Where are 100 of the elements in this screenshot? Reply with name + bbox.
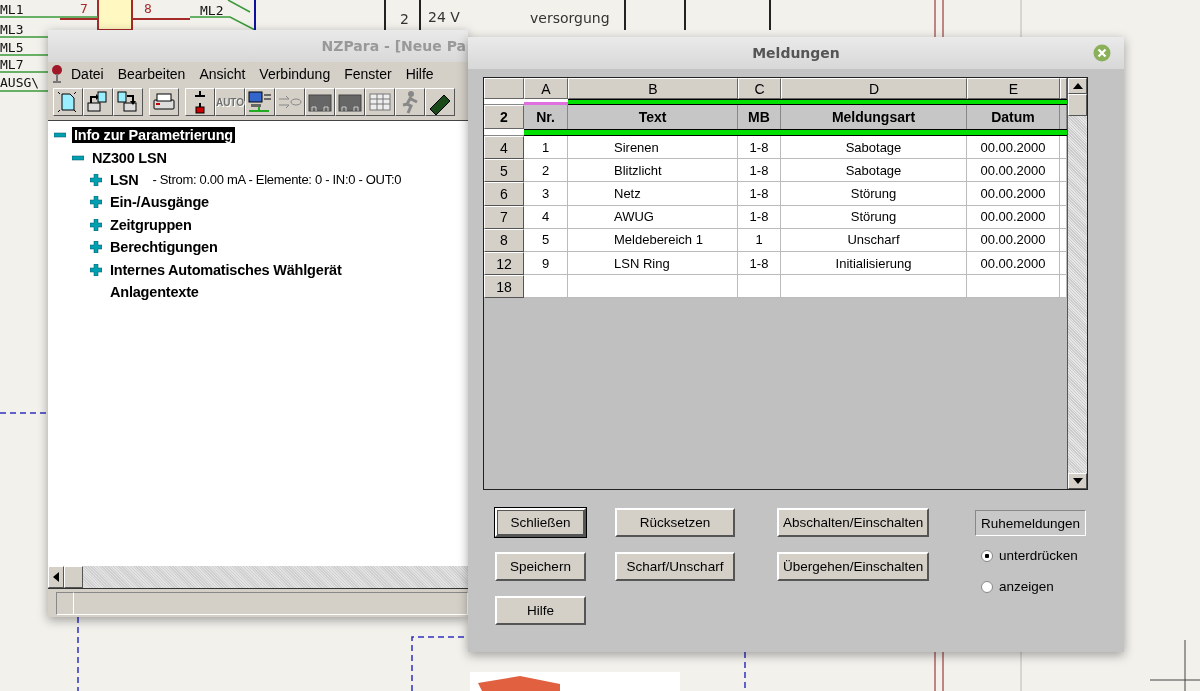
tree-item[interactable]: Info zur Parametrierung: [72, 127, 235, 144]
table-cell: 4: [524, 205, 568, 229]
table-cell: 1-8: [738, 251, 781, 276]
menu-item[interactable]: Ansicht: [192, 66, 253, 82]
computer-icon: [246, 89, 274, 115]
tree-item[interactable]: Zeitgruppen: [108, 216, 194, 233]
group-label: Ruhemeldungen: [975, 510, 1086, 536]
table-cell: 1-8: [738, 182, 781, 206]
plug-button[interactable]: [185, 88, 215, 116]
tree-item[interactable]: Anlagentexte: [108, 283, 201, 300]
table-cell: LSN Ring: [568, 251, 738, 276]
window-title: Meldungen: [752, 45, 840, 61]
column-header[interactable]: C: [738, 78, 781, 99]
left-arrow-icon: [53, 572, 59, 582]
radio-option[interactable]: unterdrücken: [981, 548, 1086, 563]
table-cell: Sabotage: [781, 136, 967, 160]
corner-cell[interactable]: [484, 78, 524, 99]
tree-item[interactable]: Internes Automatisches Wählgerät: [108, 261, 344, 278]
scroll-thumb[interactable]: [1068, 94, 1087, 116]
column-title: Datum: [967, 105, 1060, 129]
table-cell: Unscharf: [781, 228, 967, 252]
tree-item[interactable]: Ein-/Ausgänge: [108, 194, 211, 211]
table-cell: 1: [738, 228, 781, 252]
computer-button[interactable]: [245, 88, 275, 116]
table-cell: 1-8: [738, 159, 781, 183]
table-cell: Sabotage: [781, 159, 967, 183]
table-cell: 5: [524, 228, 568, 252]
empty-cell: [1060, 78, 1067, 99]
module-button[interactable]: [305, 88, 335, 116]
table-text: 2: [400, 12, 409, 26]
radio-button[interactable]: [981, 580, 993, 593]
tree-item[interactable]: Berechtigungen: [108, 239, 220, 256]
tree-item[interactable]: NZ300 LSN: [90, 149, 169, 166]
column-header[interactable]: B: [568, 78, 738, 99]
table-cell: 2: [524, 159, 568, 183]
table-cell: 00.00.2000: [967, 228, 1060, 252]
table-cell: Netz: [568, 182, 738, 206]
table-cell: Sirenen: [568, 136, 738, 160]
table-button[interactable]: [365, 88, 395, 116]
table-text: 24 V: [428, 10, 460, 24]
row-header[interactable]: 2: [484, 105, 524, 129]
vertical-scrollbar[interactable]: [1067, 78, 1087, 489]
table-cell: Störung: [781, 205, 967, 229]
radio-option[interactable]: anzeigen: [981, 579, 1086, 594]
person-button[interactable]: [395, 88, 425, 116]
menu-item[interactable]: Hilfe: [398, 66, 441, 82]
dialog-button[interactable]: Hilfe: [495, 596, 586, 625]
table-cell: 00.00.2000: [967, 205, 1060, 229]
dialog-button[interactable]: Abschalten/Einschalten: [777, 508, 929, 537]
upload-button[interactable]: [83, 88, 113, 116]
column-title: Nr.: [524, 105, 568, 129]
menu-item[interactable]: Datei: [64, 66, 111, 82]
row-header[interactable]: 5: [484, 159, 524, 183]
column-title: Text: [568, 105, 738, 129]
column-header[interactable]: D: [781, 78, 967, 99]
column-header[interactable]: A: [524, 78, 568, 99]
dialog-button[interactable]: Rücksetzen: [615, 508, 735, 537]
close-icon: [1093, 44, 1111, 62]
column-header[interactable]: E: [967, 78, 1060, 99]
row-header[interactable]: 7: [484, 205, 524, 229]
scroll-thumb[interactable]: [64, 566, 83, 588]
table-cell: Störung: [781, 182, 967, 206]
table-cell: Meldebereich 1: [568, 228, 738, 252]
menu-item[interactable]: Fenster: [337, 66, 399, 82]
dialog-button[interactable]: Speichern: [495, 552, 586, 581]
printer-button[interactable]: [149, 88, 179, 116]
horizontal-scrollbar[interactable]: [48, 566, 468, 589]
table-cell: 00.00.2000: [967, 136, 1060, 160]
menu-item[interactable]: Bearbeiten: [110, 66, 193, 82]
module-button[interactable]: [335, 88, 365, 116]
arrows-button[interactable]: [275, 88, 305, 116]
row-header[interactable]: 6: [484, 182, 524, 206]
empty-cell: [1060, 105, 1067, 129]
table-cell: [738, 275, 781, 299]
table-cell: 00.00.2000: [967, 159, 1060, 183]
wine-glass-icon: [50, 64, 64, 84]
table-cell: 1: [524, 136, 568, 160]
row-header[interactable]: 8: [484, 228, 524, 252]
table-cell: Initialisierung: [781, 251, 967, 276]
tree-item[interactable]: LSN: [108, 171, 141, 188]
tree-item-detail: - Strom: 0.00 mA - Elemente: 0 - IN:0 - OUT:0: [152, 172, 402, 188]
radio-button[interactable]: [981, 549, 993, 562]
table-cell: 9: [524, 251, 568, 276]
row-header[interactable]: 12: [484, 251, 524, 276]
document-button[interactable]: [53, 88, 83, 116]
table-cell: [524, 275, 568, 299]
table-text: versorgung: [530, 11, 610, 25]
dialog-button[interactable]: Übergehen/Einschalten: [777, 552, 929, 581]
row-header[interactable]: 18: [484, 275, 524, 299]
chip-button[interactable]: [425, 88, 455, 116]
menu-item[interactable]: Verbindung: [252, 66, 338, 82]
download-button[interactable]: [113, 88, 143, 116]
dialog-button[interactable]: Scharf/Unscharf: [615, 552, 735, 581]
net-label: ML2: [200, 4, 224, 18]
row-header[interactable]: 4: [484, 136, 524, 160]
column-title: Meldungsart: [781, 105, 967, 129]
pin-number: 7: [80, 2, 88, 16]
dialog-button[interactable]: Schließen: [495, 508, 586, 537]
column-title: MB: [738, 105, 781, 129]
table-cell: 1-8: [738, 205, 781, 229]
